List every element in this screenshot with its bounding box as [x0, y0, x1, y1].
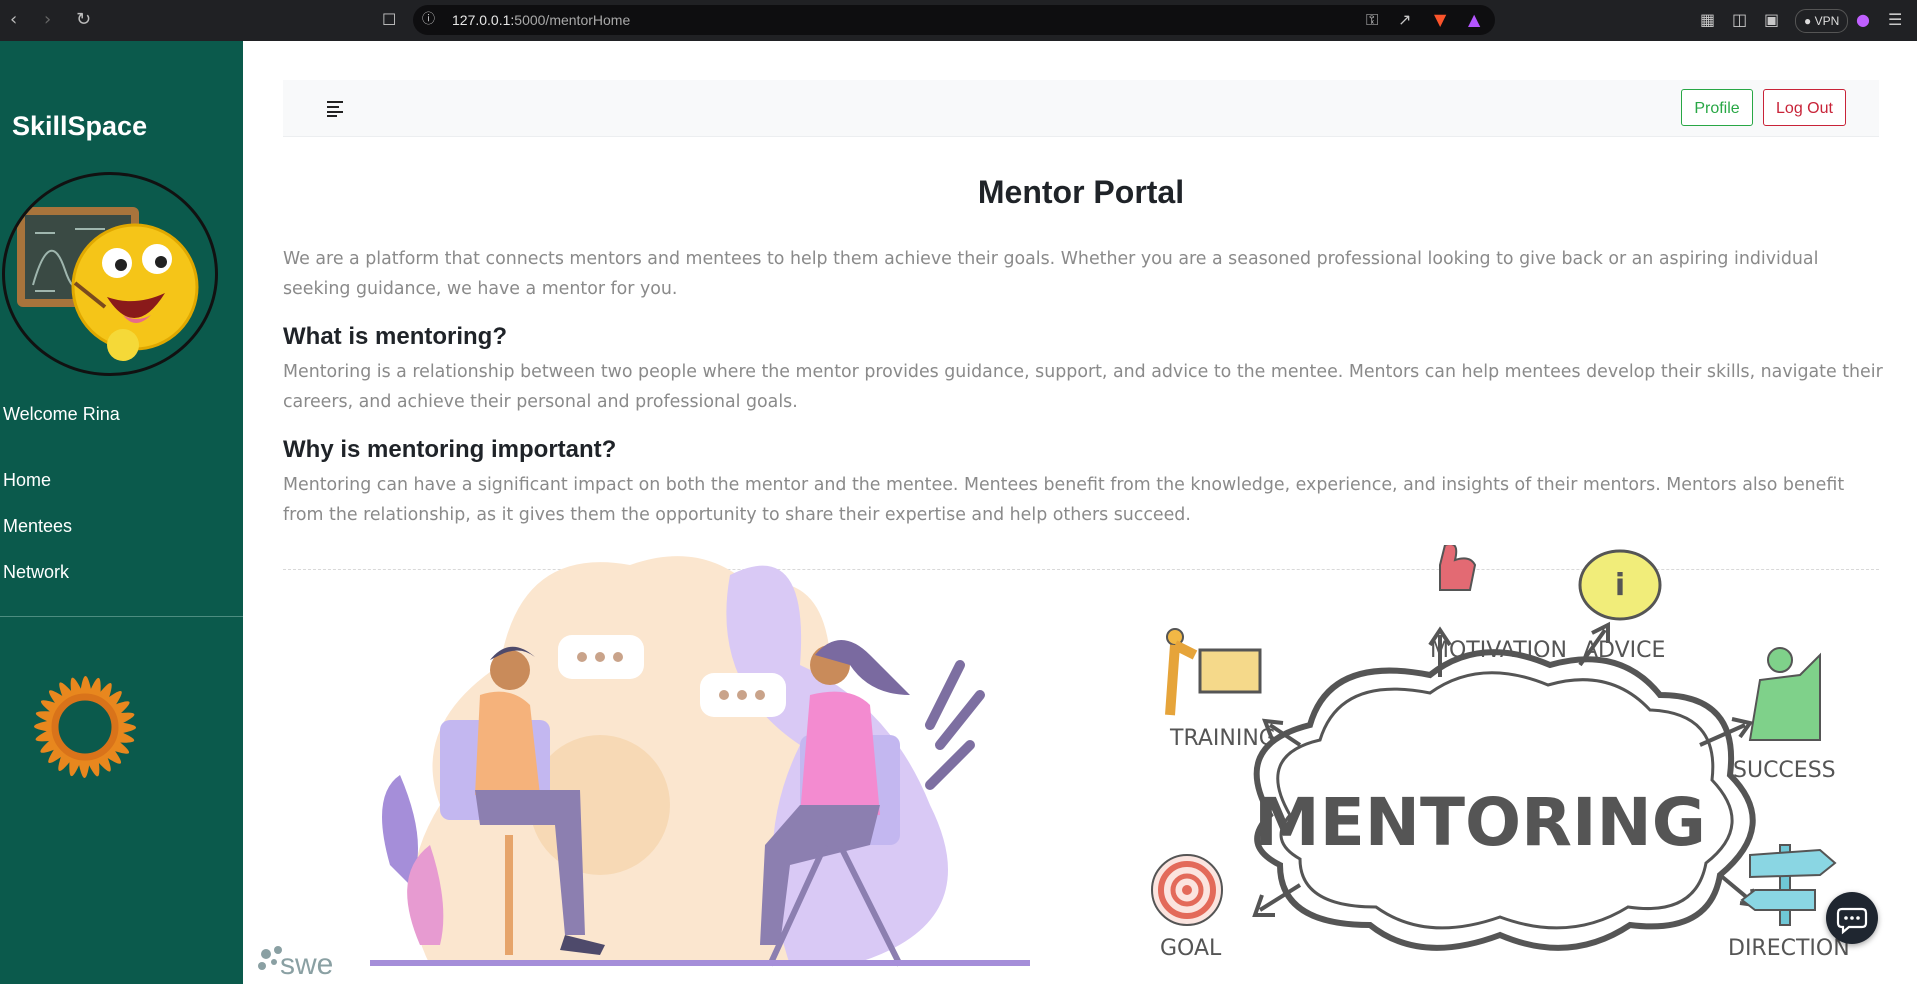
brave-shield-icon[interactable]: ▼	[1434, 10, 1446, 30]
chat-icon	[1836, 907, 1868, 935]
swe-logo: swe	[258, 946, 333, 980]
browser-toolbar: ‹ › ↻ ☐ ⓘ 127.0.0.1:5000/mentorHome ⚿ ↗ …	[0, 0, 1917, 41]
url-text[interactable]: 127.0.0.1:5000/mentorHome	[452, 10, 630, 30]
sidebar-divider	[0, 616, 243, 617]
sun-logo	[34, 676, 136, 778]
section-heading-what: What is mentoring?	[283, 323, 507, 350]
site-info-icon[interactable]: ⓘ	[422, 10, 435, 30]
mentoring-center-text: MENTORING	[1254, 784, 1706, 861]
bookmark-icon[interactable]: ☐	[382, 10, 396, 30]
section-text-why: Mentoring can have a significant impact …	[283, 475, 1845, 525]
url-path: 5000/mentorHome	[514, 12, 631, 28]
teacher-emoji-icon	[17, 207, 199, 361]
chat-button[interactable]	[1826, 892, 1878, 944]
vpn-button[interactable]: ● VPN	[1795, 9, 1849, 33]
logout-button[interactable]: Log Out	[1763, 89, 1846, 126]
avatar	[2, 172, 218, 376]
vpn-label: VPN	[1814, 14, 1840, 28]
mentoring-cloud-illustration: MENTORING MOTIVATION i ADVICE TRAINING S…	[1151, 545, 1850, 961]
key-icon[interactable]: ⚿	[1366, 10, 1378, 30]
success-label: SUCCESS	[1733, 758, 1836, 783]
goal-label: GOAL	[1160, 936, 1222, 961]
motivation-label: MOTIVATION	[1430, 638, 1567, 663]
reload-icon[interactable]: ↻	[76, 9, 91, 31]
brand-title: SkillSpace	[12, 111, 148, 141]
hamburger-menu-icon[interactable]	[325, 98, 345, 118]
forward-icon[interactable]: ›	[44, 9, 51, 31]
sidebar-item-mentees[interactable]: Mentees	[3, 516, 72, 537]
back-icon[interactable]: ‹	[10, 9, 17, 31]
menu-icon[interactable]: ☰	[1888, 10, 1902, 30]
training-label: TRAINING	[1169, 726, 1276, 751]
share-icon[interactable]: ↗	[1398, 10, 1411, 30]
welcome-text: Welcome Rina	[3, 404, 120, 424]
sidebar-item-network[interactable]: Network	[3, 562, 69, 583]
top-navbar: Profile Log Out	[283, 80, 1879, 137]
url-host: 127.0.0.1:	[452, 12, 515, 28]
mentoring-conversation-illustration	[370, 556, 1030, 967]
section-heading-why: Why is mentoring important?	[283, 436, 617, 463]
profile-button[interactable]: Profile	[1681, 89, 1753, 126]
swe-logo-text: swe	[280, 948, 333, 980]
sidebar: SkillSpace Welcome Rina Home Mentees Net…	[0, 41, 243, 984]
profile-icon[interactable]: ●	[1856, 10, 1870, 30]
section-text-what: Mentoring is a relationship between two …	[283, 362, 1883, 412]
wallet-icon[interactable]: ▣	[1764, 10, 1779, 30]
svg-text:i: i	[1615, 568, 1625, 603]
sidebar-toggle-icon[interactable]: ◫	[1732, 10, 1747, 30]
advice-label: ADVICE	[1583, 638, 1665, 663]
page-title: Mentor Portal	[977, 174, 1185, 210]
sidebar-item-home[interactable]: Home	[3, 470, 51, 491]
extensions-icon[interactable]: ▦	[1700, 10, 1715, 30]
intro-paragraph: We are a platform that connects mentors …	[283, 249, 1819, 299]
rewards-icon[interactable]: ▲	[1468, 10, 1480, 30]
